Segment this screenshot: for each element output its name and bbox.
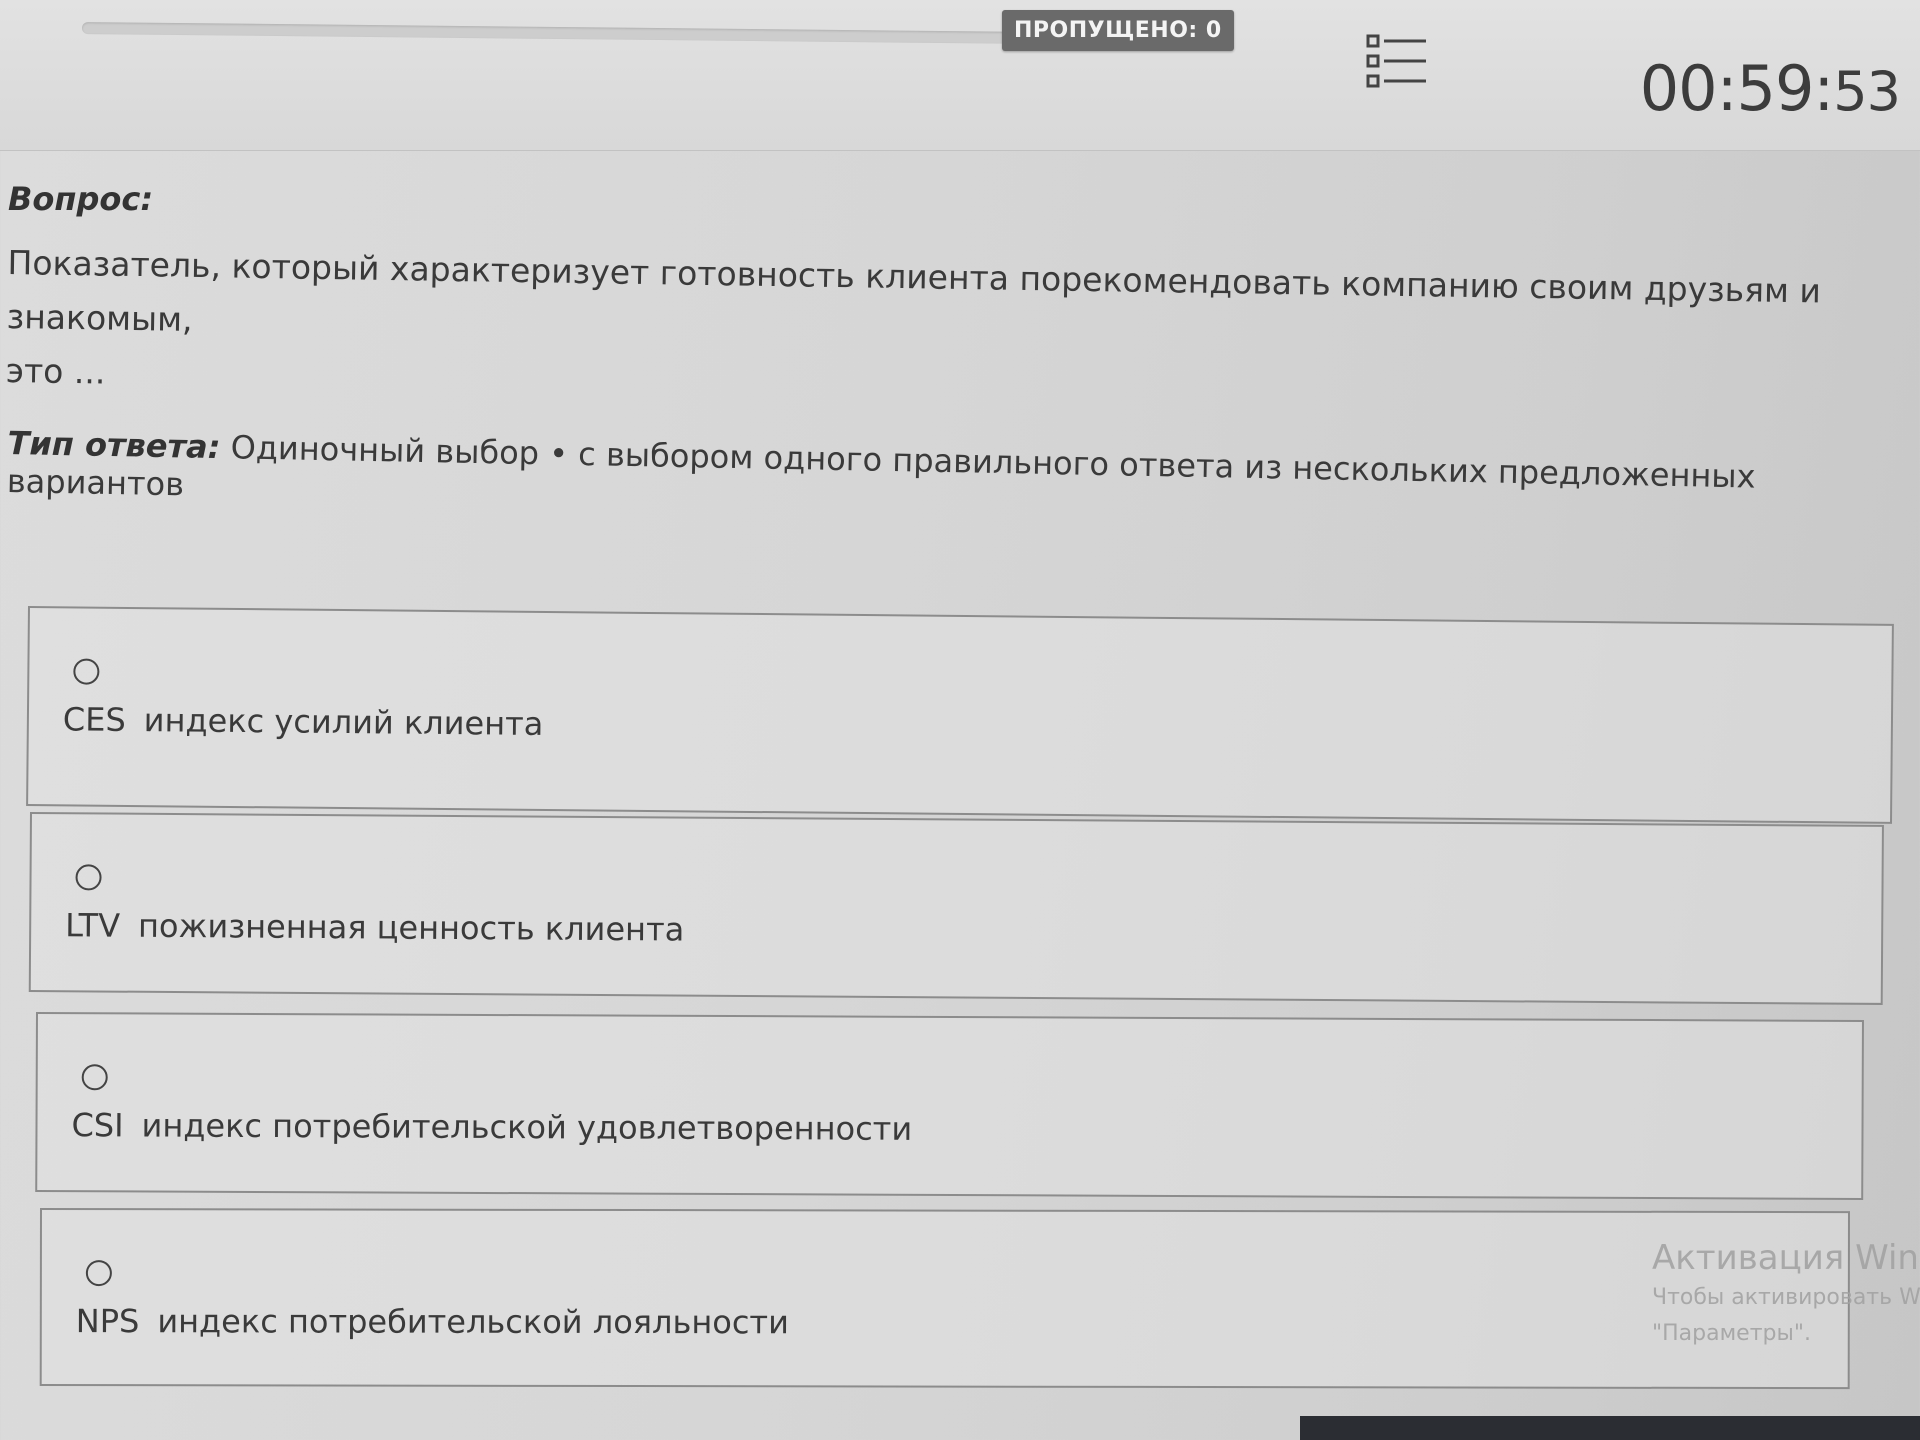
radio-button[interactable] xyxy=(75,864,102,891)
option-label: NPS индекс потребительской лояльности xyxy=(76,1302,789,1341)
timer-main: 00:59: xyxy=(1639,52,1835,125)
option-abbr: LTV xyxy=(65,906,121,945)
windows-activation-watermark: Активация Winc Чтобы активировать W "Пар… xyxy=(1652,1236,1920,1352)
question-label: Вопрос: xyxy=(8,180,154,218)
answer-option-ltv[interactable]: LTV пожизненная ценность клиента xyxy=(28,812,1884,1005)
skipped-counter-badge[interactable]: ПРОПУЩЕНО: 0 xyxy=(1002,10,1234,51)
option-abbr: NPS xyxy=(75,1302,140,1341)
option-label: CSI индекс потребительской удовлетворенно… xyxy=(71,1106,912,1148)
question-text: Показатель, который характеризует готовн… xyxy=(5,236,1887,428)
watermark-title: Активация Winc xyxy=(1652,1238,1920,1278)
radio-button[interactable] xyxy=(73,658,100,685)
radio-button[interactable] xyxy=(85,1260,112,1287)
radio-button[interactable] xyxy=(81,1064,108,1091)
answer-option-nps[interactable]: NPS индекс потребительской лояльности xyxy=(39,1208,1850,1390)
answer-option-ces[interactable]: CES индекс усилий клиента xyxy=(26,606,1894,824)
answer-type-value: Одиночный выбор • с выбором одного прави… xyxy=(6,428,1756,504)
option-label: LTV пожизненная ценность клиента xyxy=(65,906,684,948)
answer-type: Тип ответа: Одиночный выбор • с выбором … xyxy=(7,424,1888,536)
countdown-timer: 00:59:53 xyxy=(1639,52,1901,125)
answer-option-csi[interactable]: CSI индекс потребительской удовлетворенно… xyxy=(35,1012,1864,1200)
option-text: индекс потребительской удовлетворенности xyxy=(141,1106,913,1148)
option-text: индекс потребительской лояльности xyxy=(157,1302,789,1342)
watermark-line1: Чтобы активировать W xyxy=(1652,1285,1920,1310)
option-text: пожизненная ценность клиента xyxy=(137,906,685,949)
answer-type-label: Тип ответа: xyxy=(7,424,221,467)
option-text: индекс усилий клиента xyxy=(143,701,544,743)
question-list-icon[interactable] xyxy=(1364,30,1430,94)
option-label: CES индекс усилий клиента xyxy=(63,700,544,743)
watermark-line2: "Параметры". xyxy=(1652,1321,1811,1346)
timer-seconds: 53 xyxy=(1833,60,1901,123)
top-bar: ПРОПУЩЕНО: 0 00:59:53 xyxy=(0,0,1920,151)
option-abbr: CSI xyxy=(71,1106,124,1145)
option-abbr: CES xyxy=(62,700,126,739)
screen-bezel xyxy=(1300,1416,1920,1440)
